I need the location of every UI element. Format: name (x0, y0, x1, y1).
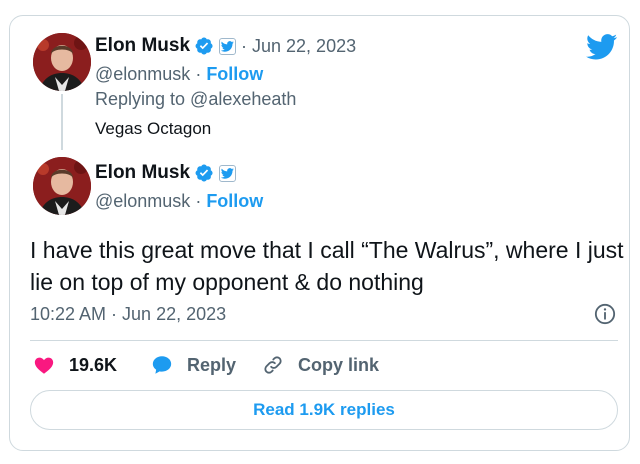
avatar[interactable] (33, 157, 91, 215)
verified-badge-icon (194, 163, 214, 183)
reply-bubble-icon (152, 356, 172, 374)
thread-connector-line (61, 94, 63, 150)
tweet-text: I have this great move that I call “The … (30, 237, 624, 295)
heart-icon (34, 357, 54, 374)
parent-author-row: Elon Musk · Jun 22, 2023 (95, 35, 356, 57)
link-icon (264, 356, 282, 374)
parent-handle-row: @elonmusk · Follow (95, 64, 263, 85)
replying-to-label[interactable]: Replying to @alexeheath (95, 89, 296, 110)
like-button[interactable]: 19.6K (33, 354, 117, 376)
follow-link[interactable]: Follow (206, 191, 263, 211)
avatar[interactable] (33, 33, 91, 91)
verified-badge-icon (194, 36, 214, 56)
affiliate-badge-icon (219, 37, 237, 55)
separator: · (190, 64, 207, 84)
copy-link-button[interactable]: Copy link (262, 354, 379, 376)
twitter-bird-icon[interactable] (586, 34, 618, 60)
affiliate-badge-icon (219, 164, 237, 182)
main-author-row: Elon Musk (95, 162, 237, 184)
reply-button[interactable]: Reply (151, 354, 236, 376)
parent-tweet-text: Vegas Octagon (95, 119, 212, 138)
author-name[interactable]: Elon Musk (95, 35, 190, 57)
separator: · (190, 191, 207, 211)
like-count: 19.6K (69, 354, 118, 375)
tweet-timestamp[interactable]: 10:22 AM · Jun 22, 2023 (30, 304, 226, 325)
follow-link[interactable]: Follow (206, 64, 263, 84)
tweet-date[interactable]: · Jun 22, 2023 (241, 36, 356, 57)
info-icon[interactable] (594, 303, 616, 325)
divider (30, 340, 618, 341)
author-name[interactable]: Elon Musk (95, 162, 190, 184)
author-handle[interactable]: @elonmusk (95, 64, 190, 84)
author-handle[interactable]: @elonmusk (95, 191, 190, 211)
main-handle-row: @elonmusk · Follow (95, 191, 263, 212)
reply-label: Reply (187, 354, 237, 375)
read-replies-button[interactable]: Read 1.9K replies (30, 390, 618, 430)
copy-link-label: Copy link (298, 354, 380, 375)
tweet-actions: 19.6K Reply Copy link (0, 354, 640, 378)
